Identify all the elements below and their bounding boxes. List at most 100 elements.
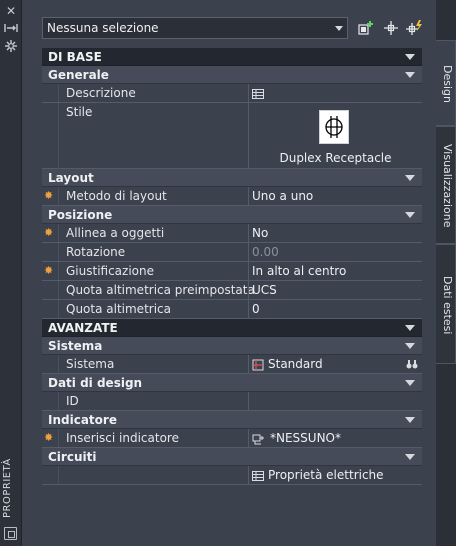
property-row-id[interactable]: ID [42,392,422,411]
palette-title-strip: ✕ PROPRIETÀ [0,0,22,546]
property-value[interactable]: Uno a uno [248,187,422,205]
category-indicatore-label: Indicatore [48,413,117,427]
asterisk-icon: ✸ [44,264,54,277]
selection-dropdown[interactable]: Nessuna selezione [42,17,348,39]
row-gutter [42,84,59,102]
property-row-inserisci-indicatore[interactable]: ✸ Inserisci indicatore *NESSUNO* [42,429,422,448]
category-dati-design-label: Dati di design [48,376,143,390]
tab-visualizzazione-label: Visualizzazione [441,144,454,228]
chevron-down-icon[interactable] [405,417,415,423]
chevron-down-icon[interactable] [405,380,415,386]
property-value[interactable]: 0 [248,300,422,318]
property-row-allinea[interactable]: ✸ Allinea a oggetti No [42,224,422,243]
chevron-down-icon[interactable] [405,212,415,218]
property-value-circuiti[interactable]: Proprietà elettriche [248,466,422,484]
property-label: Inserisci indicatore [66,431,179,445]
indicator-value: *NESSUNO* [270,431,341,445]
property-label: Allinea a oggetti [66,226,165,240]
row-gutter: ✸ [42,262,59,280]
property-row-quota-preimpostata[interactable]: Quota altimetrica preimpostata UCS [42,281,422,300]
section-avanzate[interactable]: AVANZATE [42,319,422,337]
tab-design[interactable]: Design [436,40,456,126]
add-selection-icon[interactable] [357,19,375,37]
row-gutter [42,466,59,484]
property-value-indicatore[interactable]: *NESSUNO* [248,429,422,447]
property-row-rotazione[interactable]: Rotazione 0.00 [42,243,422,262]
autohide-icon[interactable] [3,22,19,36]
property-value-id[interactable] [248,392,422,410]
property-row-quota[interactable]: Quota altimetrica 0 [42,300,422,319]
asterisk-icon: ✸ [44,431,54,444]
table-icon [252,470,264,481]
chevron-down-icon[interactable] [405,54,415,60]
tag-icon [252,434,264,444]
tab-dati-estesi-label: Dati estesi [441,275,454,335]
row-gutter [42,355,59,373]
category-circuiti[interactable]: Circuiti [42,448,422,466]
section-avanzate-label: AVANZATE [48,321,118,335]
chevron-down-icon [335,26,343,31]
property-value[interactable]: No [248,224,422,242]
row-gutter: ✸ [42,429,59,447]
property-value[interactable]: In alto al centro [248,262,422,280]
tab-visualizzazione[interactable]: Visualizzazione [436,126,456,244]
property-row-descrizione[interactable]: Descrizione [42,84,422,103]
category-generale-label: Generale [48,68,109,82]
close-icon[interactable]: ✕ [3,4,19,18]
chevron-down-icon[interactable] [405,325,415,331]
row-gutter [42,243,59,261]
category-layout[interactable]: Layout [42,169,422,187]
category-sistema[interactable]: Sistema [42,337,422,355]
property-label: Quota altimetrica [66,302,171,316]
asterisk-icon: ✸ [44,189,54,202]
palette-icon[interactable] [4,527,17,540]
category-layout-label: Layout [48,171,94,185]
asterisk-icon: ✸ [44,226,54,239]
tab-dati-estesi[interactable]: Dati estesi [436,244,456,364]
settings-icon[interactable] [3,40,19,54]
system-icon [252,359,264,370]
binoculars-icon [406,360,418,369]
chevron-down-icon[interactable] [405,343,415,349]
property-label: Quota altimetrica preimpostata [66,283,255,297]
category-dati-design[interactable]: Dati di design [42,374,422,392]
category-sistema-label: Sistema [48,339,103,353]
category-circuiti-label: Circuiti [48,450,97,464]
property-row-stile[interactable]: Stile Duplex Receptacle [42,103,422,169]
property-row-sistema[interactable]: Sistema Standard [42,355,422,374]
property-value[interactable]: 0.00 [248,243,422,261]
chevron-down-icon[interactable] [405,72,415,78]
tab-design-label: Design [441,65,454,103]
property-value-descrizione[interactable] [248,84,422,102]
system-value: Standard [268,357,323,371]
style-preview-cell[interactable]: Duplex Receptacle [248,103,422,169]
circuits-value: Proprietà elettriche [268,468,384,482]
section-di-base[interactable]: DI BASE [42,48,422,66]
property-row-metodo-layout[interactable]: ✸ Metodo di layout Uno a uno [42,187,422,206]
quick-select-icon[interactable] [405,19,423,37]
category-posizione-label: Posizione [48,208,113,222]
row-gutter [42,392,59,410]
chevron-down-icon[interactable] [405,175,415,181]
property-row-circuiti[interactable]: Proprietà elettriche [42,466,422,485]
property-value-sistema[interactable]: Standard [248,355,422,373]
property-label: Giustificazione [66,264,155,278]
property-label: Stile [66,105,93,119]
property-grid: DI BASE Generale Descrizione Stile Duple… [42,48,422,485]
property-label: Metodo di layout [66,189,167,203]
property-row-giustificazione[interactable]: ✸ Giustificazione In alto al centro [42,262,422,281]
property-value[interactable]: UCS [248,281,422,299]
table-icon [252,88,264,99]
section-di-base-label: DI BASE [48,50,102,64]
row-gutter: ✸ [42,224,59,242]
palette-title: PROPRIETÀ [2,458,13,518]
chevron-down-icon[interactable] [405,454,415,460]
property-label: Descrizione [66,86,136,100]
category-indicatore[interactable]: Indicatore [42,411,422,429]
property-label: Rotazione [66,245,126,259]
select-objects-icon[interactable] [382,19,400,37]
row-gutter [42,281,59,299]
category-generale[interactable]: Generale [42,66,422,84]
category-posizione[interactable]: Posizione [42,206,422,224]
selection-value: Nessuna selezione [47,21,159,35]
